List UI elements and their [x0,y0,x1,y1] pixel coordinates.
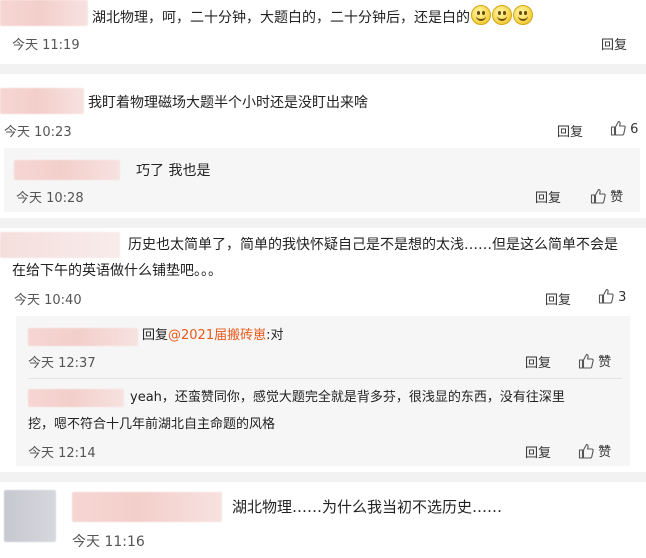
reply-time: 今天 12:14 [28,446,96,461]
comment-time: 今天 11:19 [12,38,80,53]
reply-button[interactable]: 回复 [557,121,583,140]
comment-time: 今天 11:16 [72,534,145,550]
like-button[interactable]: 3 [598,288,626,305]
reply-text: 回复@2021届搬砖崽:对 [142,327,284,345]
comment-text: 湖北物理……为什么我当初不选历史…… [232,498,503,516]
like-button[interactable]: 赞 [590,186,623,205]
smile-emoji-icon [471,5,491,25]
separator [0,472,646,482]
blurred-username [28,389,124,407]
comment-time: 今天 10:23 [4,125,72,140]
thumb-up-icon [610,120,626,136]
like-label: 赞 [598,355,612,370]
reply-divider [28,378,622,379]
reply-button[interactable]: 回复 [601,34,627,53]
reply-text-line2: 挖，嗯不符合十几年前湖北自主命题的风格 [28,417,276,432]
like-count: 3 [618,290,627,305]
reply-text: 巧了 我也是 [136,163,211,179]
blurred-username [72,492,222,522]
smile-emoji-icon [492,5,512,25]
smile-emoji-icon [513,5,533,25]
comment-text-line1: 历史也太简单了，简单的我快怀疑自己是不是想的太浅……但是这么简单不会是 [128,237,618,253]
comment-time: 今天 10:40 [14,293,82,308]
separator [0,218,646,228]
reply-time: 今天 12:37 [28,356,96,371]
like-label: 赞 [598,445,612,460]
reply-text-line1: yeah，还蛮赞同你，感觉大题完全就是背多芬，很浅显的东西，没有往深里 [130,390,565,405]
blurred-username [0,88,84,114]
thumb-up-icon [578,353,594,369]
avatar[interactable] [4,490,56,542]
blurred-username [0,232,120,258]
separator [0,64,646,74]
comment-text: 湖北物理，呵，二十分钟，大题白的，二十分钟后，还是白的 [92,5,533,27]
mention-link[interactable]: @2021届搬砖崽 [168,328,266,343]
like-label: 赞 [610,190,624,205]
like-button[interactable]: 赞 [578,351,611,370]
like-count: 6 [630,122,639,137]
reply-button[interactable]: 回复 [535,187,561,206]
reply-body: :对 [266,328,284,343]
comment-body: 湖北物理，呵，二十分钟，大题白的，二十分钟后，还是白的 [92,10,470,26]
like-button[interactable]: 6 [610,120,638,137]
thumb-up-icon [578,443,594,459]
comment-text: 我盯着物理磁场大题半个小时还是没盯出来啥 [88,95,368,111]
reply-button[interactable]: 回复 [545,289,571,308]
comment-text-line2: 在给下午的英语做什么铺垫吧。。。 [12,263,222,279]
blurred-username [28,328,138,346]
thumb-up-icon [598,288,614,304]
reply-time: 今天 10:28 [16,191,84,206]
reply-button[interactable]: 回复 [525,352,551,371]
reply-prefix: 回复 [142,328,169,343]
thumb-up-icon [590,188,606,204]
like-button[interactable]: 赞 [578,441,611,460]
reply-button[interactable]: 回复 [525,442,551,461]
blurred-username [14,160,120,180]
blurred-username [0,0,88,26]
